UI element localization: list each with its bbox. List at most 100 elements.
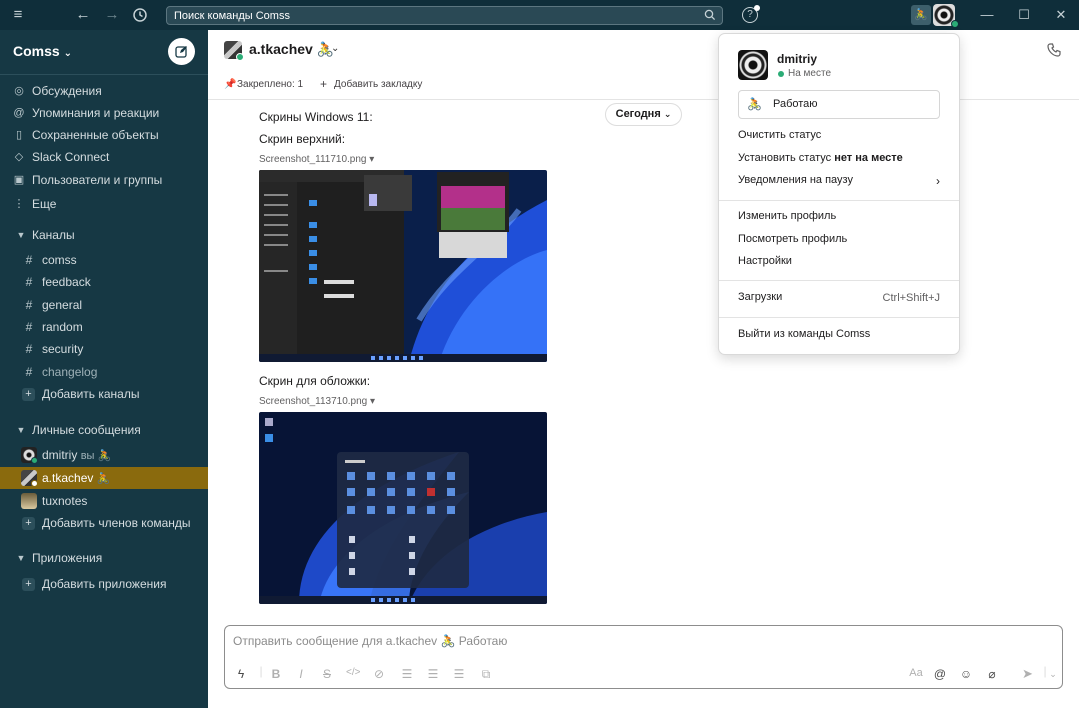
- bullet-list-icon[interactable]: ☰: [426, 667, 440, 681]
- view-profile-item[interactable]: Посмотреть профиль: [738, 233, 847, 245]
- caret-down-icon: ▼: [16, 553, 26, 563]
- chevron-down-icon[interactable]: ⌄: [331, 43, 339, 54]
- date-divider-button[interactable]: Сегодня ⌄: [605, 103, 682, 126]
- presence-dot: [31, 457, 38, 464]
- plus-icon[interactable]: +: [320, 77, 327, 91]
- sidebar-item-tuxnotes[interactable]: tuxnotes: [0, 490, 208, 512]
- connect-icon: ◇: [14, 151, 24, 163]
- file-name[interactable]: Screenshot_111710.png ▾: [259, 154, 374, 165]
- add-bookmark-button[interactable]: Добавить закладку: [334, 79, 422, 90]
- back-arrow-icon[interactable]: ←: [74, 7, 92, 23]
- threads-icon: ◎: [14, 85, 24, 97]
- sidebar-item-comss[interactable]: # comss: [0, 249, 208, 271]
- file-name[interactable]: Screenshot_113710.png ▾: [259, 396, 375, 407]
- italic-icon[interactable]: I: [294, 667, 308, 681]
- divider: [719, 317, 959, 318]
- downloads-item[interactable]: Загрузки: [738, 291, 782, 303]
- more-icon: ⋮: [13, 198, 25, 210]
- hash-icon: #: [25, 342, 33, 356]
- nav-threads[interactable]: ◎ Обсуждения: [0, 80, 208, 102]
- compose-icon[interactable]: [168, 38, 195, 65]
- add-channels-button[interactable]: + Добавить каналы: [0, 383, 208, 405]
- message-text: Скрин верхний:: [259, 132, 346, 146]
- ordered-list-icon[interactable]: ☰: [400, 667, 414, 681]
- nav-mentions[interactable]: @ Упоминания и реакции: [0, 102, 208, 124]
- edit-profile-item[interactable]: Изменить профиль: [738, 210, 836, 222]
- bold-icon[interactable]: B: [269, 667, 283, 681]
- strikethrough-icon[interactable]: S: [320, 667, 334, 681]
- minimize-icon[interactable]: —: [979, 7, 995, 22]
- sign-out-item[interactable]: Выйти из команды Comss: [738, 328, 870, 340]
- downloads-shortcut: Ctrl+Shift+J: [882, 292, 940, 304]
- pinned-count[interactable]: Закреплено: 1: [237, 79, 303, 90]
- nav-people[interactable]: ▣ Пользователи и группы: [0, 169, 208, 191]
- phone-icon[interactable]: [1046, 42, 1062, 58]
- hash-icon: #: [25, 320, 33, 334]
- message-composer[interactable]: Отправить сообщение для a.tkachev 🚴 Рабо…: [224, 625, 1063, 689]
- caret-down-icon: ▼: [16, 230, 26, 240]
- avatar: [21, 493, 37, 509]
- channels-section-header[interactable]: ▼ Каналы: [0, 224, 208, 246]
- set-away-item[interactable]: Установить статус нет на месте: [738, 152, 903, 164]
- send-icon[interactable]: ➤: [1022, 666, 1033, 682]
- apps-section-header[interactable]: ▼ Приложения: [0, 547, 208, 569]
- channel-title[interactable]: a.tkachev 🚴: [249, 41, 334, 58]
- sidebar-item-dmitriy[interactable]: dmitriy вы 🚴: [0, 444, 208, 466]
- sidebar-item-security[interactable]: # security: [0, 338, 208, 360]
- close-icon[interactable]: ✕: [1053, 7, 1069, 23]
- format-text-icon[interactable]: Aa: [907, 667, 925, 679]
- screenshot-image[interactable]: [259, 170, 547, 362]
- sidebar-item-feedback[interactable]: # feedback: [0, 271, 208, 293]
- sidebar: Comss ⌄ ◎ Обсуждения @ Упоминания и реакци…: [0, 30, 208, 708]
- nav-slack-connect[interactable]: ◇ Slack Connect: [0, 146, 208, 168]
- menu-icon[interactable]: ≡: [9, 7, 27, 23]
- pin-icon[interactable]: 📌: [224, 79, 236, 90]
- plus-icon: +: [22, 517, 35, 530]
- pause-notifications-item[interactable]: Уведомления на паузу: [738, 174, 853, 186]
- divider: [719, 200, 959, 201]
- sidebar-item-general[interactable]: # general: [0, 294, 208, 316]
- presence-dot: [31, 480, 38, 487]
- avatar: [738, 50, 768, 80]
- add-members-button[interactable]: + Добавить членов команды: [0, 512, 208, 534]
- sidebar-item-a-tkachev[interactable]: a.tkachev 🚴: [0, 467, 208, 489]
- attach-icon[interactable]: ⌀: [985, 667, 999, 681]
- code-icon[interactable]: </>: [346, 667, 360, 678]
- plus-icon: +: [22, 388, 35, 401]
- hash-icon: #: [25, 298, 33, 312]
- nav-saved[interactable]: ▯ Сохраненные объекты: [0, 124, 208, 146]
- add-apps-button[interactable]: + Добавить приложения: [0, 573, 208, 595]
- search-input[interactable]: Поиск команды Comss: [166, 6, 723, 25]
- blockquote-icon[interactable]: ☰: [452, 667, 466, 681]
- settings-item[interactable]: Настройки: [738, 255, 792, 267]
- hash-icon: #: [25, 253, 33, 267]
- notification-dot: [754, 5, 760, 11]
- nav-more[interactable]: ⋮ Еще: [0, 193, 208, 215]
- code-block-icon[interactable]: ⧉: [479, 667, 493, 682]
- clear-status-item[interactable]: Очистить статус: [738, 129, 821, 141]
- sidebar-item-random[interactable]: # random: [0, 316, 208, 338]
- status-text: Работаю: [773, 98, 818, 110]
- emoji-icon[interactable]: ☺: [959, 667, 973, 681]
- cover-screenshot-image[interactable]: [259, 412, 547, 604]
- dm-section-header[interactable]: ▼ Личные сообщения: [0, 419, 208, 441]
- mention-icon[interactable]: @: [933, 667, 947, 681]
- search-icon[interactable]: [704, 9, 716, 21]
- workspace-name[interactable]: Comss ⌄: [13, 43, 72, 59]
- caret-down-icon: ▼: [16, 425, 26, 435]
- divider: [719, 280, 959, 281]
- chevron-right-icon: ›: [936, 174, 940, 188]
- hash-icon: #: [25, 275, 33, 289]
- status-bike-icon[interactable]: 🚴: [911, 5, 931, 25]
- maximize-icon[interactable]: ☐: [1016, 7, 1032, 23]
- lightning-icon[interactable]: ϟ: [234, 667, 248, 681]
- divider: [0, 74, 208, 75]
- search-placeholder: Поиск команды Comss: [174, 10, 290, 22]
- history-icon[interactable]: [131, 7, 149, 23]
- link-icon[interactable]: ⊘: [372, 667, 386, 681]
- sidebar-item-changelog[interactable]: # changelog: [0, 361, 208, 383]
- status-input[interactable]: 🚴 Работаю: [738, 90, 940, 119]
- forward-arrow-icon[interactable]: →: [103, 7, 121, 23]
- send-options-chevron-icon[interactable]: ⌄: [1046, 669, 1060, 680]
- message-text: Скрин для обложки:: [259, 374, 371, 388]
